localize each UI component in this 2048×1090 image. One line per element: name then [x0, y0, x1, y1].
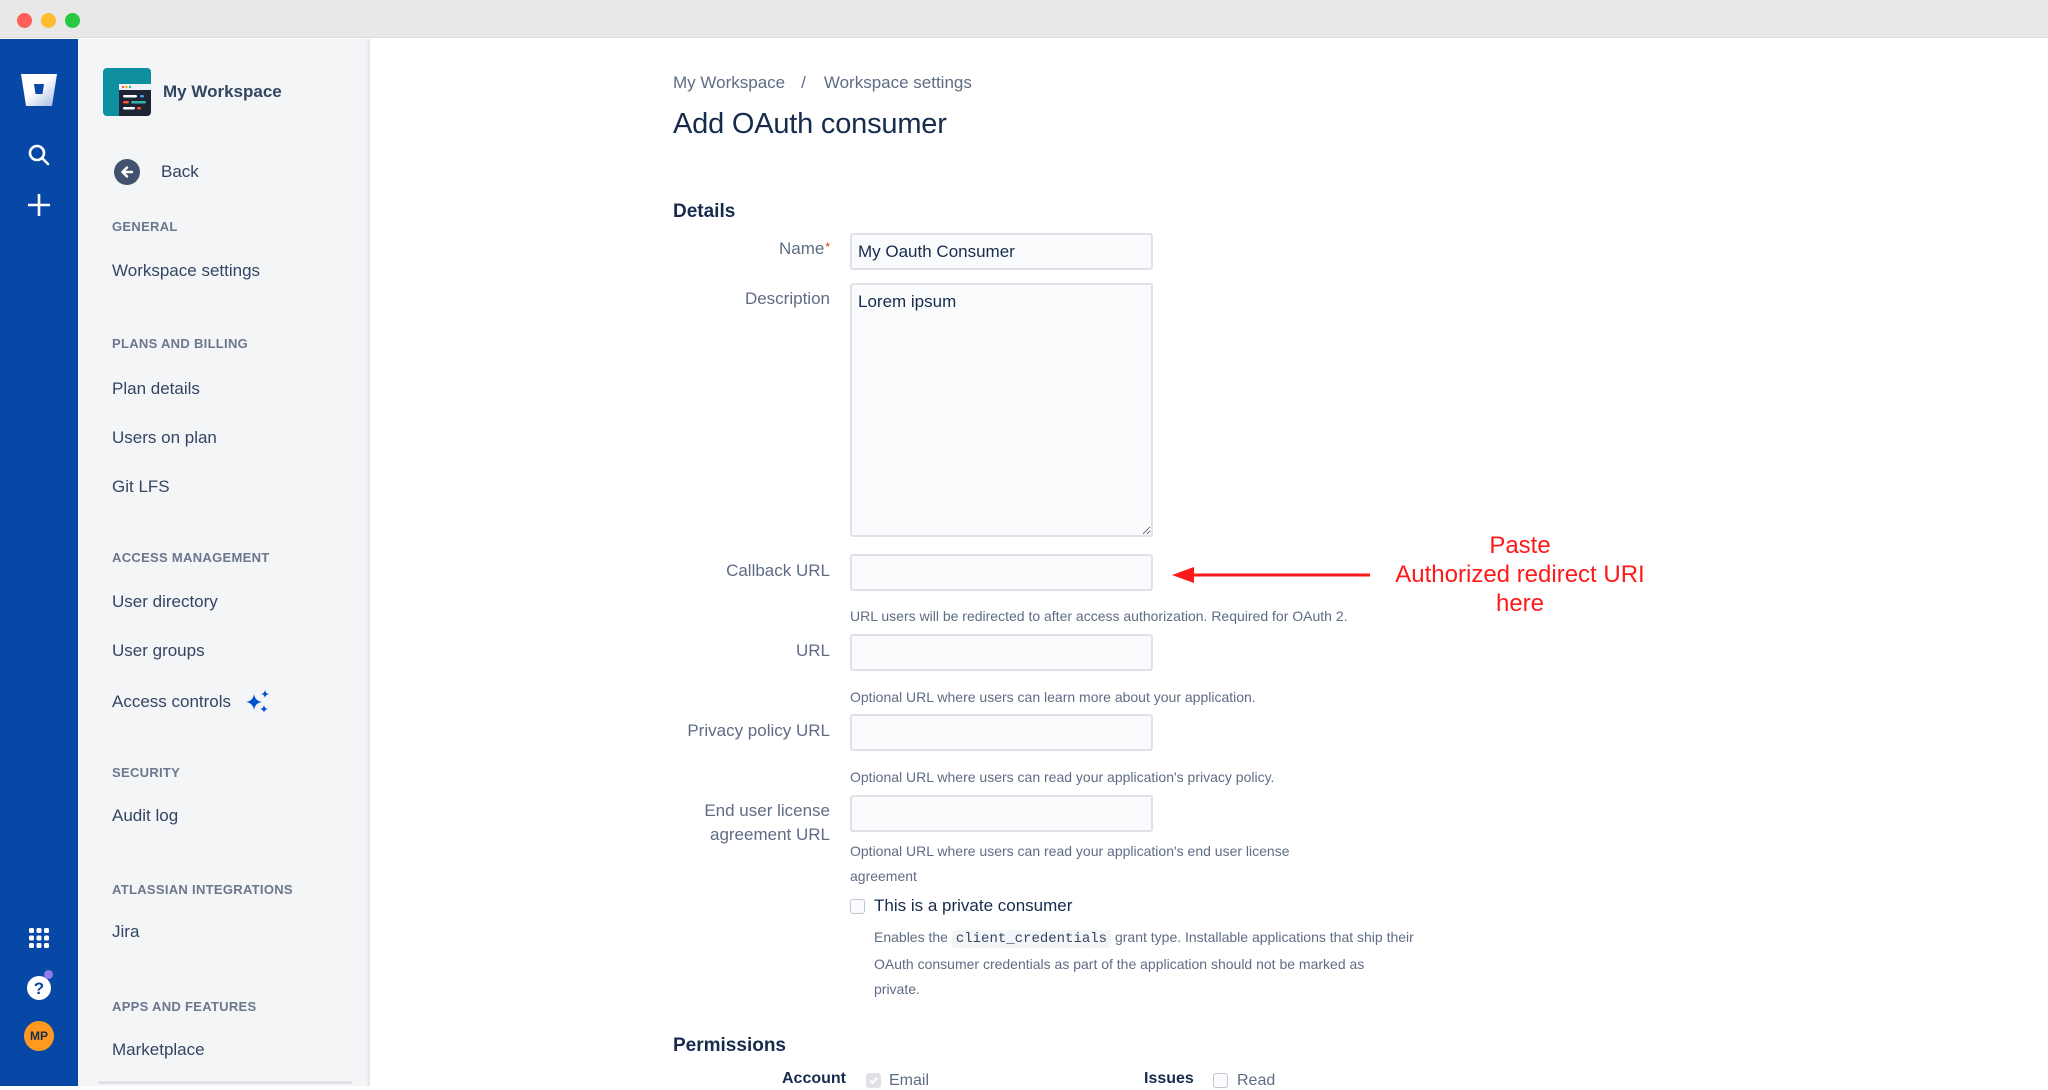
- private-consumer-label[interactable]: This is a private consumer: [874, 896, 1072, 916]
- permission-group-issues: Issues: [1144, 1070, 1194, 1087]
- sidebar-item-user-groups[interactable]: User groups: [112, 641, 205, 661]
- account-email-label: Email: [889, 1072, 930, 1089]
- workspace-name: My Workspace: [163, 82, 282, 101]
- annotation-arrow-icon: [1172, 567, 1370, 583]
- sidebar-item-marketplace[interactable]: Marketplace: [112, 1040, 205, 1060]
- url-label: URL: [795, 641, 830, 660]
- issues-read-label: Read: [1237, 1072, 1276, 1089]
- help-icon[interactable]: ?: [19, 968, 59, 1008]
- close-window-button[interactable]: [17, 13, 32, 28]
- privacy-url-input[interactable]: [850, 714, 1153, 751]
- checkmark-icon: [869, 1076, 878, 1085]
- description-label: Description: [744, 289, 830, 308]
- url-input[interactable]: [850, 634, 1153, 671]
- private-consumer-help: Enables the client_credentials grant typ…: [874, 925, 1414, 1002]
- eula-url-input[interactable]: [850, 795, 1153, 832]
- workspace-sidebar: My Workspace Back GENERAL Workspace sett…: [78, 39, 370, 1086]
- search-icon[interactable]: [19, 135, 59, 175]
- section-title-security: SECURITY: [112, 765, 181, 780]
- sidebar-item-jira[interactable]: Jira: [112, 922, 139, 942]
- sidebar-item-plan-details[interactable]: Plan details: [112, 379, 200, 399]
- avatar-initials: MP: [24, 1021, 54, 1051]
- workspace-header[interactable]: My Workspace: [103, 68, 282, 116]
- sparkle-icon: [245, 689, 271, 715]
- back-button[interactable]: Back: [114, 159, 199, 185]
- app-switcher-grid-icon[interactable]: [19, 918, 59, 958]
- breadcrumb-workspace-link[interactable]: My Workspace: [673, 73, 785, 93]
- permission-group-account: Account: [782, 1070, 846, 1087]
- annotation-line-1: Paste: [1489, 532, 1551, 559]
- privacy-url-label: Privacy policy URL: [687, 721, 830, 740]
- name-label-text: Name: [778, 239, 825, 258]
- sidebar-scrollbar[interactable]: [98, 1081, 352, 1084]
- breadcrumb: My Workspace / Workspace settings: [673, 73, 972, 93]
- back-label: Back: [161, 162, 199, 181]
- bitbucket-logo-icon[interactable]: [19, 70, 59, 110]
- sidebar-item-label: Access controls: [112, 692, 232, 711]
- annotation-text: Paste Authorized redirect URI here: [1370, 531, 1670, 618]
- sidebar-item-users-on-plan[interactable]: Users on plan: [112, 428, 217, 448]
- minimize-window-button[interactable]: [41, 13, 56, 28]
- global-nav-rail: ? MP: [0, 39, 78, 1086]
- privacy-url-help: Optional URL where users can read your a…: [850, 769, 1275, 785]
- notification-dot: [44, 970, 53, 979]
- sidebar-item-access-controls[interactable]: Access controls: [112, 689, 271, 715]
- arrow-left-icon: [114, 159, 140, 185]
- workspace-avatar: [103, 68, 151, 116]
- eula-label-line1: End user license: [704, 801, 830, 820]
- profile-avatar[interactable]: MP: [19, 1016, 59, 1056]
- window-titlebar: [0, 0, 2048, 38]
- private-consumer-checkbox[interactable]: [850, 899, 865, 914]
- sidebar-item-audit-log[interactable]: Audit log: [112, 806, 178, 826]
- details-heading: Details: [673, 201, 736, 222]
- eula-label-line2: agreement URL: [709, 825, 830, 844]
- permissions-heading: Permissions: [673, 1035, 786, 1056]
- create-plus-icon[interactable]: [19, 185, 59, 225]
- sidebar-item-workspace-settings[interactable]: Workspace settings: [112, 261, 260, 281]
- main-content: My Workspace / Workspace settings Add OA…: [371, 39, 2048, 1089]
- breadcrumb-separator: /: [801, 73, 806, 92]
- section-title-plans-billing: PLANS AND BILLING: [112, 336, 249, 351]
- callback-url-help: URL users will be redirected to after ac…: [850, 608, 1348, 624]
- annotation-line-3: here: [1495, 590, 1545, 617]
- section-title-general: GENERAL: [112, 219, 178, 234]
- page-title: Add OAuth consumer: [673, 108, 947, 140]
- url-help: Optional URL where users can learn more …: [850, 689, 1256, 705]
- browser-window: ? MP My Workspace Back GENERAL Workspace…: [0, 0, 2048, 1089]
- callback-url-input[interactable]: [850, 554, 1153, 591]
- name-label: Name*: [779, 237, 830, 261]
- client-credentials-code: client_credentials: [951, 930, 1112, 948]
- annotation-line-2: Authorized redirect URI: [1395, 561, 1645, 588]
- required-asterisk: *: [825, 240, 830, 254]
- zoom-window-button[interactable]: [65, 13, 80, 28]
- eula-url-label: End user license agreement URL: [704, 799, 830, 847]
- name-input[interactable]: [850, 233, 1153, 270]
- help-prefix: Enables the: [874, 929, 948, 945]
- breadcrumb-settings-link[interactable]: Workspace settings: [824, 73, 972, 93]
- sidebar-item-git-lfs[interactable]: Git LFS: [112, 477, 170, 497]
- section-title-apps-features: APPS AND FEATURES: [112, 999, 257, 1014]
- svg-text:?: ?: [34, 979, 44, 998]
- eula-url-help: Optional URL where users can read your a…: [850, 843, 1290, 884]
- callback-url-label: Callback URL: [726, 561, 830, 580]
- section-title-atlassian-integrations: ATLASSIAN INTEGRATIONS: [112, 882, 293, 897]
- section-title-access-management: ACCESS MANAGEMENT: [112, 550, 270, 565]
- description-textarea[interactable]: Lorem ipsum: [850, 283, 1153, 537]
- sidebar-item-user-directory[interactable]: User directory: [112, 592, 218, 612]
